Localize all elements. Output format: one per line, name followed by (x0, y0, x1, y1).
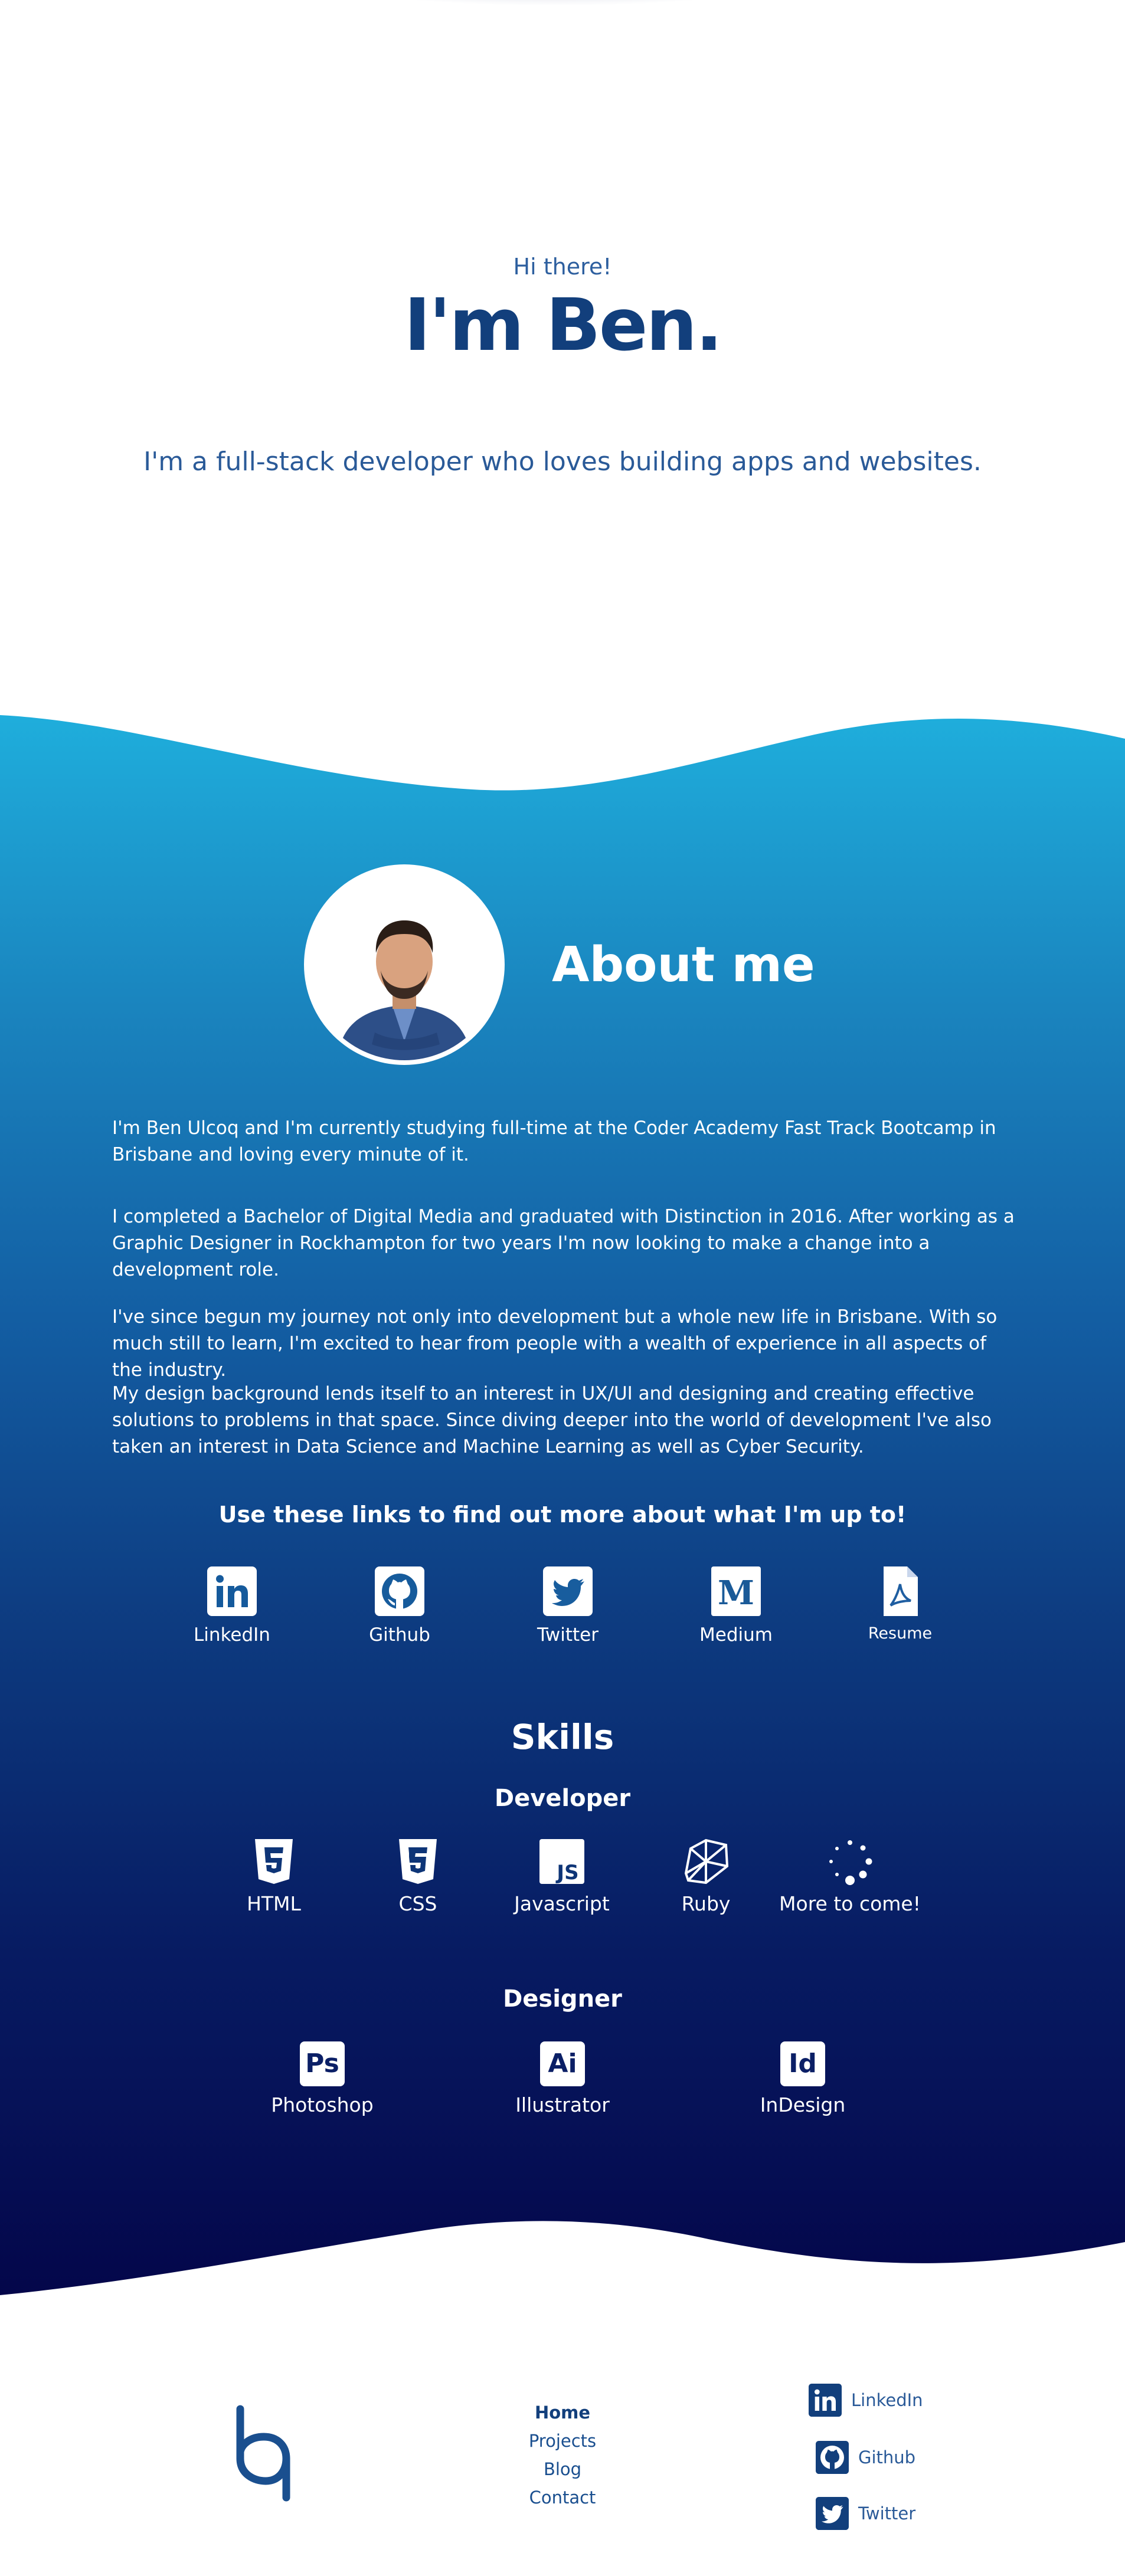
skill-label: InDesign (760, 2093, 846, 2116)
pdf-icon (884, 1566, 918, 1616)
link-label: Twitter (537, 1624, 599, 1646)
link-resume[interactable]: Resume (835, 1566, 965, 1643)
link-twitter[interactable]: Twitter (503, 1566, 633, 1646)
hero-section: Hi there! I'm Ben. I'm a full-stack deve… (0, 0, 1125, 717)
css3-icon (399, 1839, 437, 1884)
svg-text:M: M (718, 1574, 754, 1613)
wave-divider-top (0, 714, 1125, 791)
footer-nav-home[interactable]: Home (503, 2403, 622, 2423)
skill-label: Photoshop (271, 2093, 374, 2116)
designer-heading: Designer (503, 1985, 622, 2013)
footer-social-label: LinkedIn (851, 2390, 923, 2410)
avatar (304, 864, 505, 1065)
skill-html: HTML (203, 1838, 345, 1915)
twitter-icon (543, 1566, 593, 1616)
skill-photoshop: Ps Photoshop (251, 2041, 393, 2116)
footer-nav-projects[interactable]: Projects (503, 2431, 622, 2451)
about-paragraph: My design background lends itself to an … (112, 1383, 992, 1457)
linkedin-icon (809, 2384, 842, 2417)
footer-link-github[interactable]: Github (816, 2440, 915, 2475)
skill-label: More to come! (779, 1892, 921, 1915)
skill-label: HTML (247, 1892, 301, 1915)
about-title: About me (552, 937, 815, 993)
twitter-icon (816, 2497, 849, 2530)
brand-logo[interactable] (233, 2404, 292, 2505)
illustrator-icon: Ai (540, 2041, 585, 2086)
about-paragraph: I'm Ben Ulcoq and I'm currently studying… (112, 1117, 996, 1165)
footer-nav-contact[interactable]: Contact (503, 2487, 622, 2508)
hero-title: I'm Ben. (404, 283, 722, 367)
link-label: LinkedIn (194, 1624, 270, 1646)
indesign-icon: Id (780, 2041, 825, 2086)
ruby-icon (684, 1838, 729, 1885)
github-icon (375, 1566, 424, 1616)
skill-indesign: Id InDesign (732, 2041, 874, 2116)
link-medium[interactable]: M Medium (671, 1566, 801, 1646)
skills-title: Skills (511, 1717, 614, 1757)
hero-tagline: I'm a full-stack developer who loves bui… (143, 447, 982, 477)
loading-icon (829, 1840, 872, 1885)
link-linkedin[interactable]: LinkedIn (167, 1566, 297, 1646)
skill-css: CSS (347, 1838, 489, 1915)
footer-link-linkedin[interactable]: LinkedIn (809, 2382, 923, 2418)
skill-label: Javascript (514, 1892, 610, 1915)
skill-label: Ruby (681, 1892, 731, 1915)
hero-greeting: Hi there! (513, 254, 612, 280)
photoshop-icon: Ps (300, 2041, 345, 2086)
links-heading: Use these links to find out more about w… (218, 1502, 907, 1528)
link-label: Github (369, 1624, 430, 1646)
link-label: Medium (699, 1624, 773, 1646)
developer-heading: Developer (494, 1785, 631, 1812)
linkedin-icon (207, 1566, 257, 1616)
html5-icon (255, 1839, 293, 1884)
footer-link-twitter[interactable]: Twitter (816, 2496, 915, 2531)
about-paragraph: I completed a Bachelor of Digital Media … (112, 1206, 1015, 1280)
wave-divider-bottom (0, 2221, 1125, 2304)
js-icon: JS (539, 1839, 584, 1885)
footer-nav-blog[interactable]: Blog (503, 2459, 622, 2479)
link-label: Resume (868, 1624, 933, 1643)
svg-text:JS: JS (555, 1861, 578, 1885)
skill-more: More to come! (779, 1838, 921, 1915)
header-shadow (331, 0, 779, 6)
skill-illustrator: Ai Illustrator (492, 2041, 633, 2116)
skill-label: Illustrator (515, 2093, 610, 2116)
link-github[interactable]: Github (335, 1566, 465, 1646)
skill-javascript: JS Javascript (491, 1838, 633, 1915)
medium-icon: M (711, 1566, 761, 1616)
footer-social-label: Github (858, 2447, 916, 2467)
skill-ruby: Ruby (635, 1838, 777, 1915)
footer-social-label: Twitter (858, 2503, 916, 2523)
about-paragraph: I've since begun my journey not only int… (112, 1306, 998, 1381)
skill-label: CSS (398, 1892, 437, 1915)
github-icon (816, 2441, 849, 2474)
